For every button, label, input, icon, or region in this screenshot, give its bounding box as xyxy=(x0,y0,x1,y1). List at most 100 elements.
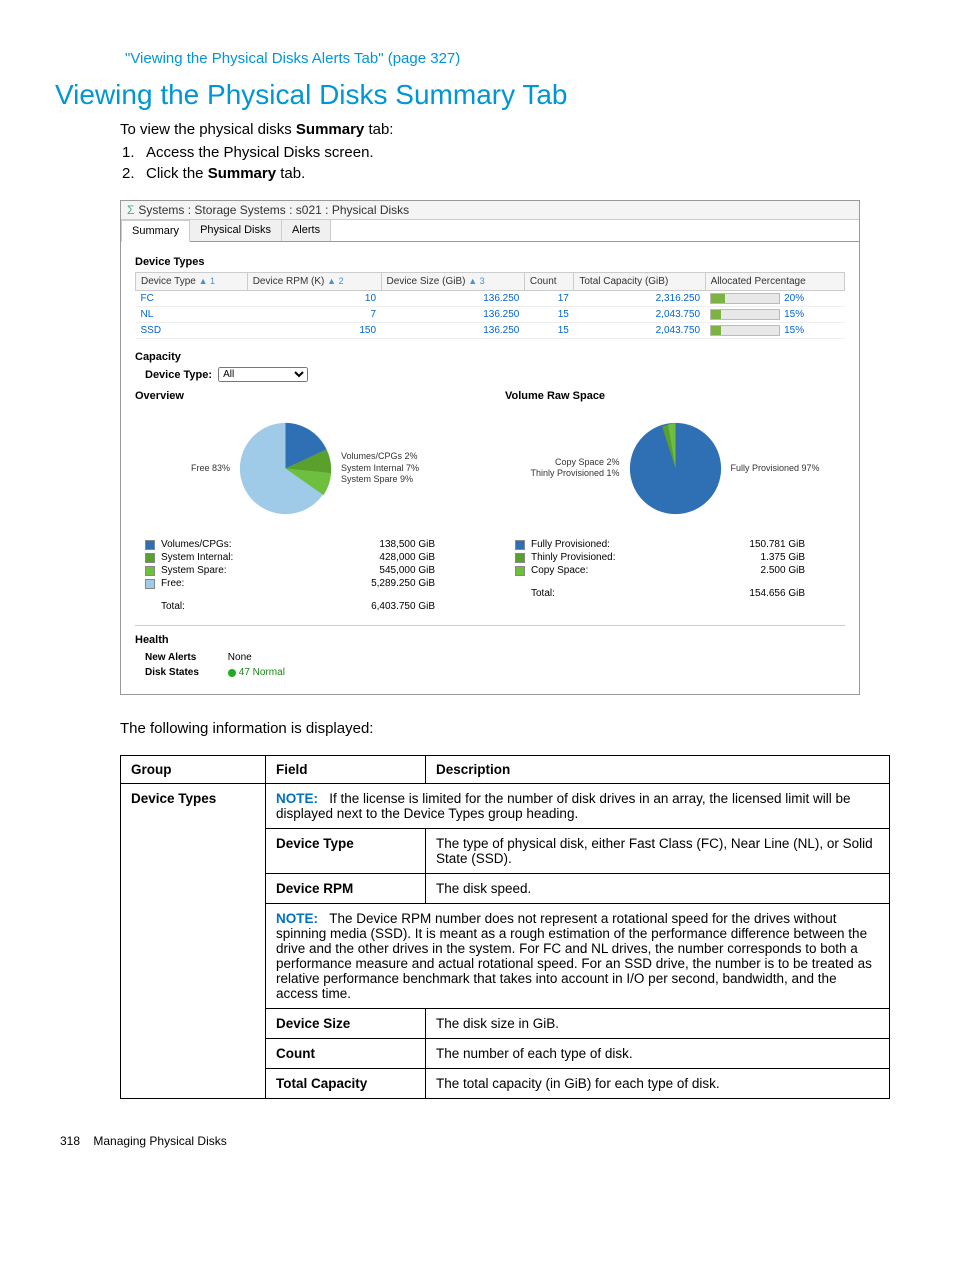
legend-row: Volumes/CPGs:138,500 GiB xyxy=(135,538,475,551)
legend-value: 138,500 GiB xyxy=(379,539,435,550)
tab-physical-disks[interactable]: Physical Disks xyxy=(190,220,282,241)
cell-count: 15 xyxy=(524,307,574,323)
th-label: Device Size (GiB) xyxy=(387,276,466,287)
legend-label: Copy Space: xyxy=(531,565,588,576)
legend-row: System Spare: 545,000 GiB xyxy=(135,564,475,577)
status-dot-icon xyxy=(228,669,236,677)
info-table: Group Field Description Device Types NOT… xyxy=(120,755,890,1099)
side-thin: Thinly Provisioned 1% xyxy=(530,468,619,480)
col-allocated[interactable]: Allocated Percentage xyxy=(705,273,844,291)
total-value: 6,403.750 GiB xyxy=(371,601,435,612)
tab-strip: Summary Physical Disks Alerts xyxy=(121,220,859,242)
field-cell: Total Capacity xyxy=(266,1069,426,1099)
legend-label: Fully Provisioned: xyxy=(531,539,610,550)
step-text-pre: Click the xyxy=(146,165,208,182)
legend-label: System Internal: xyxy=(161,552,233,563)
note-cell: NOTE: If the license is limited for the … xyxy=(266,784,890,829)
swatch-icon xyxy=(515,540,525,550)
group-device-types: Device Types xyxy=(135,256,845,268)
cell-total: 2,316.250 xyxy=(574,291,705,307)
swatch-icon xyxy=(145,553,155,563)
cell-size: 136.250 xyxy=(381,323,524,339)
health-disk-states: Disk States 47 Normal xyxy=(135,665,845,680)
overview-legend: Volumes/CPGs:138,500 GiBSystem Internal:… xyxy=(135,538,475,590)
intro-post: tab: xyxy=(364,121,393,138)
volume-raw-pie: Copy Space 2% Thinly Provisioned 1% Full… xyxy=(505,408,845,528)
col-device-rpm[interactable]: Device RPM (K) ▲ 2 xyxy=(247,273,381,291)
health-label: Disk States xyxy=(145,667,225,678)
bar-icon xyxy=(710,325,780,336)
side-spare: System Spare 9% xyxy=(341,474,419,486)
intro-bold: Summary xyxy=(296,121,364,138)
field-label: Device RPM xyxy=(276,881,353,896)
table-row: FC10136.250172,316.25020% xyxy=(136,291,845,307)
group-cell: Device Types xyxy=(121,784,266,1099)
side-volumes: Volumes/CPGs 2% xyxy=(341,451,419,463)
desc-cell: The disk speed. xyxy=(426,874,890,904)
tab-alerts[interactable]: Alerts xyxy=(282,220,331,241)
note-label: NOTE: xyxy=(276,911,318,926)
steps-list: 1.Access the Physical Disks screen. 2.Cl… xyxy=(122,144,894,182)
cell-allocated: 20% xyxy=(705,291,844,307)
th-description: Description xyxy=(426,756,890,784)
legend-value: 1.375 GiB xyxy=(761,552,805,563)
step-num: 2. xyxy=(122,165,146,182)
cross-ref-link[interactable]: "Viewing the Physical Disks Alerts Tab" … xyxy=(125,50,894,67)
following-text: The following information is displayed: xyxy=(120,720,894,737)
total-label: Total: xyxy=(161,601,185,612)
sort-icon: ▲ 3 xyxy=(468,276,484,286)
col-count[interactable]: Count xyxy=(524,273,574,291)
cell-count: 15 xyxy=(524,323,574,339)
intro-pre: To view the physical disks xyxy=(120,121,296,138)
window-title-bar: Σ Systems : Storage Systems : s021 : Phy… xyxy=(121,201,859,220)
legend-label: Thinly Provisioned: xyxy=(531,552,615,563)
swatch-icon xyxy=(145,566,155,576)
legend-label: System Spare: xyxy=(161,565,227,576)
table-row: SSD150136.250152,043.75015% xyxy=(136,323,845,339)
tab-summary[interactable]: Summary xyxy=(121,220,190,242)
th-field: Field xyxy=(266,756,426,784)
overview-pie: Free 83% Volumes/CPGs 2% System Internal… xyxy=(135,408,475,528)
divider xyxy=(135,625,845,626)
vr-right-label: Fully Provisioned 97% xyxy=(731,463,820,475)
side-copy: Copy Space 2% xyxy=(530,457,619,469)
free-label: Free 83% xyxy=(191,463,230,473)
col-device-size[interactable]: Device Size (GiB) ▲ 3 xyxy=(381,273,524,291)
cell-type: NL xyxy=(136,307,248,323)
step-text-post: tab. xyxy=(276,165,305,182)
cell-size: 136.250 xyxy=(381,307,524,323)
col-device-type[interactable]: Device Type ▲ 1 xyxy=(136,273,248,291)
sigma-icon: Σ xyxy=(127,203,134,217)
overview-total-row: Total: 6,403.750 GiB xyxy=(135,600,475,613)
swatch-icon xyxy=(515,566,525,576)
legend-value: 5,289.250 GiB xyxy=(371,578,435,589)
page-footer: 318 Managing Physical Disks xyxy=(60,1134,894,1148)
group-health: Health xyxy=(135,634,845,646)
field-cell: Count xyxy=(266,1039,426,1069)
swatch-icon xyxy=(145,579,155,589)
screenshot-panel: Σ Systems : Storage Systems : s021 : Phy… xyxy=(120,200,860,695)
legend-value: 545,000 GiB xyxy=(379,565,435,576)
legend-row: Free:5,289.250 GiB xyxy=(135,577,475,590)
bar-icon xyxy=(710,293,780,304)
side-internal: System Internal 7% xyxy=(341,463,419,475)
legend-value: 2.500 GiB xyxy=(761,565,805,576)
th-group: Group xyxy=(121,756,266,784)
breadcrumb: Systems : Storage Systems : s021 : Physi… xyxy=(138,203,409,217)
th-label: Device RPM (K) xyxy=(253,276,325,287)
step-num: 1. xyxy=(122,144,146,161)
total-value: 154.656 GiB xyxy=(749,588,805,599)
step-text-bold: Summary xyxy=(208,165,276,182)
cell-total: 2,043.750 xyxy=(574,323,705,339)
pie-chart-icon xyxy=(238,421,333,516)
field-cell: Device Size xyxy=(266,1009,426,1039)
footer-title: Managing Physical Disks xyxy=(93,1134,226,1148)
note-text: The Device RPM number does not represent… xyxy=(276,911,872,1001)
vr-total-row: Total: 154.656 GiB xyxy=(505,587,845,600)
health-label: New Alerts xyxy=(145,652,225,663)
group-capacity: Capacity xyxy=(135,351,845,363)
device-type-select[interactable]: All xyxy=(218,367,308,382)
field-cell: Device RPM xyxy=(266,874,426,904)
col-total[interactable]: Total Capacity (GiB) xyxy=(574,273,705,291)
volume-raw-legend: Fully Provisioned:150.781 GiBThinly Prov… xyxy=(505,538,845,577)
